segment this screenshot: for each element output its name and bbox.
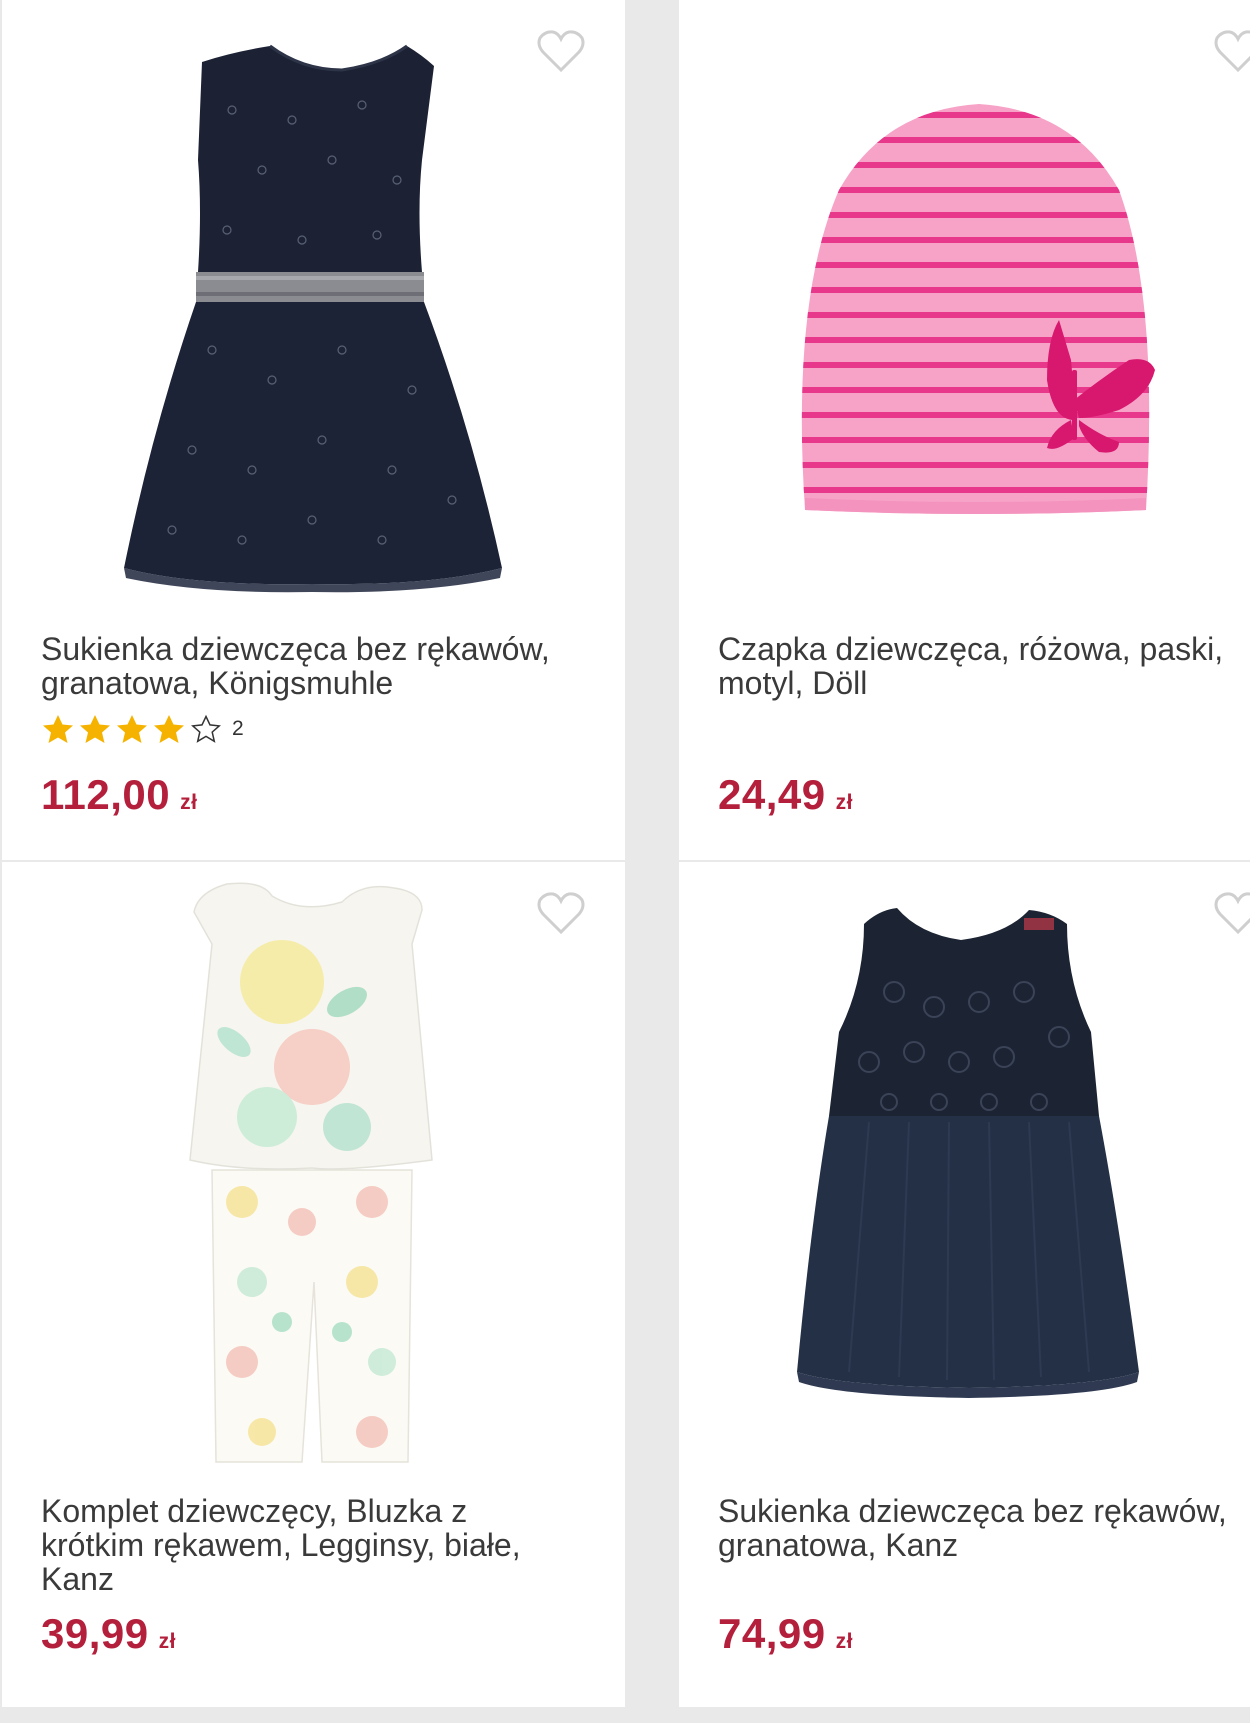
star-empty-icon [191,714,221,743]
review-count: 2 [232,717,244,740]
product-title[interactable]: Sukienka dziewczęca bez rękawów, granato… [41,632,617,700]
floral-set-image [189,882,433,1463]
product-image[interactable] [679,0,1250,600]
product-title[interactable]: Czapka dziewczęca, różowa, paski, motyl,… [718,632,1250,700]
navy-lace-dress-image [797,908,1139,1398]
star-filled-icon [117,715,147,743]
price-value: 39,99 [41,1610,149,1657]
product-price: 39,99 zł [41,1612,176,1664]
product-price: 112,00 zł [41,773,198,825]
product-title[interactable]: Sukienka dziewczęca bez rękawów, granato… [718,1494,1250,1562]
product-image[interactable] [679,862,1250,1462]
price-value: 74,99 [718,1610,826,1657]
product-grid: Sukienka dziewczęca bez rękawów, granato… [0,0,1250,1723]
star-filled-icon [80,715,110,743]
product-card[interactable]: Czapka dziewczęca, różowa, paski, motyl,… [679,0,1250,860]
product-card[interactable]: Sukienka dziewczęca bez rękawów, granato… [679,862,1250,1707]
navy-dress-image [124,44,502,593]
star-filled-icon [154,715,184,743]
heart-icon[interactable] [535,890,587,936]
star-filled-icon [43,715,73,743]
price-currency: zł [835,1630,853,1653]
pink-striped-hat-image [801,104,1155,514]
product-image[interactable] [2,862,625,1482]
heart-icon[interactable] [535,28,587,74]
price-currency: zł [835,791,853,814]
product-image[interactable] [2,0,625,600]
product-price: 24,49 zł [718,773,853,825]
price-currency: zł [180,791,198,814]
heart-icon[interactable] [1212,890,1250,936]
rating-stars: 2 [41,712,244,746]
product-card[interactable]: Sukienka dziewczęca bez rękawów, granato… [2,0,625,860]
product-card[interactable]: Komplet dziewczęcy, Bluzka z krótkim ręk… [2,862,625,1707]
price-value: 24,49 [718,771,826,818]
heart-icon[interactable] [1212,28,1250,74]
price-currency: zł [158,1630,176,1653]
product-price: 74,99 zł [718,1612,853,1664]
price-value: 112,00 [41,771,171,818]
product-title[interactable]: Komplet dziewczęcy, Bluzka z krótkim ręk… [41,1494,617,1596]
